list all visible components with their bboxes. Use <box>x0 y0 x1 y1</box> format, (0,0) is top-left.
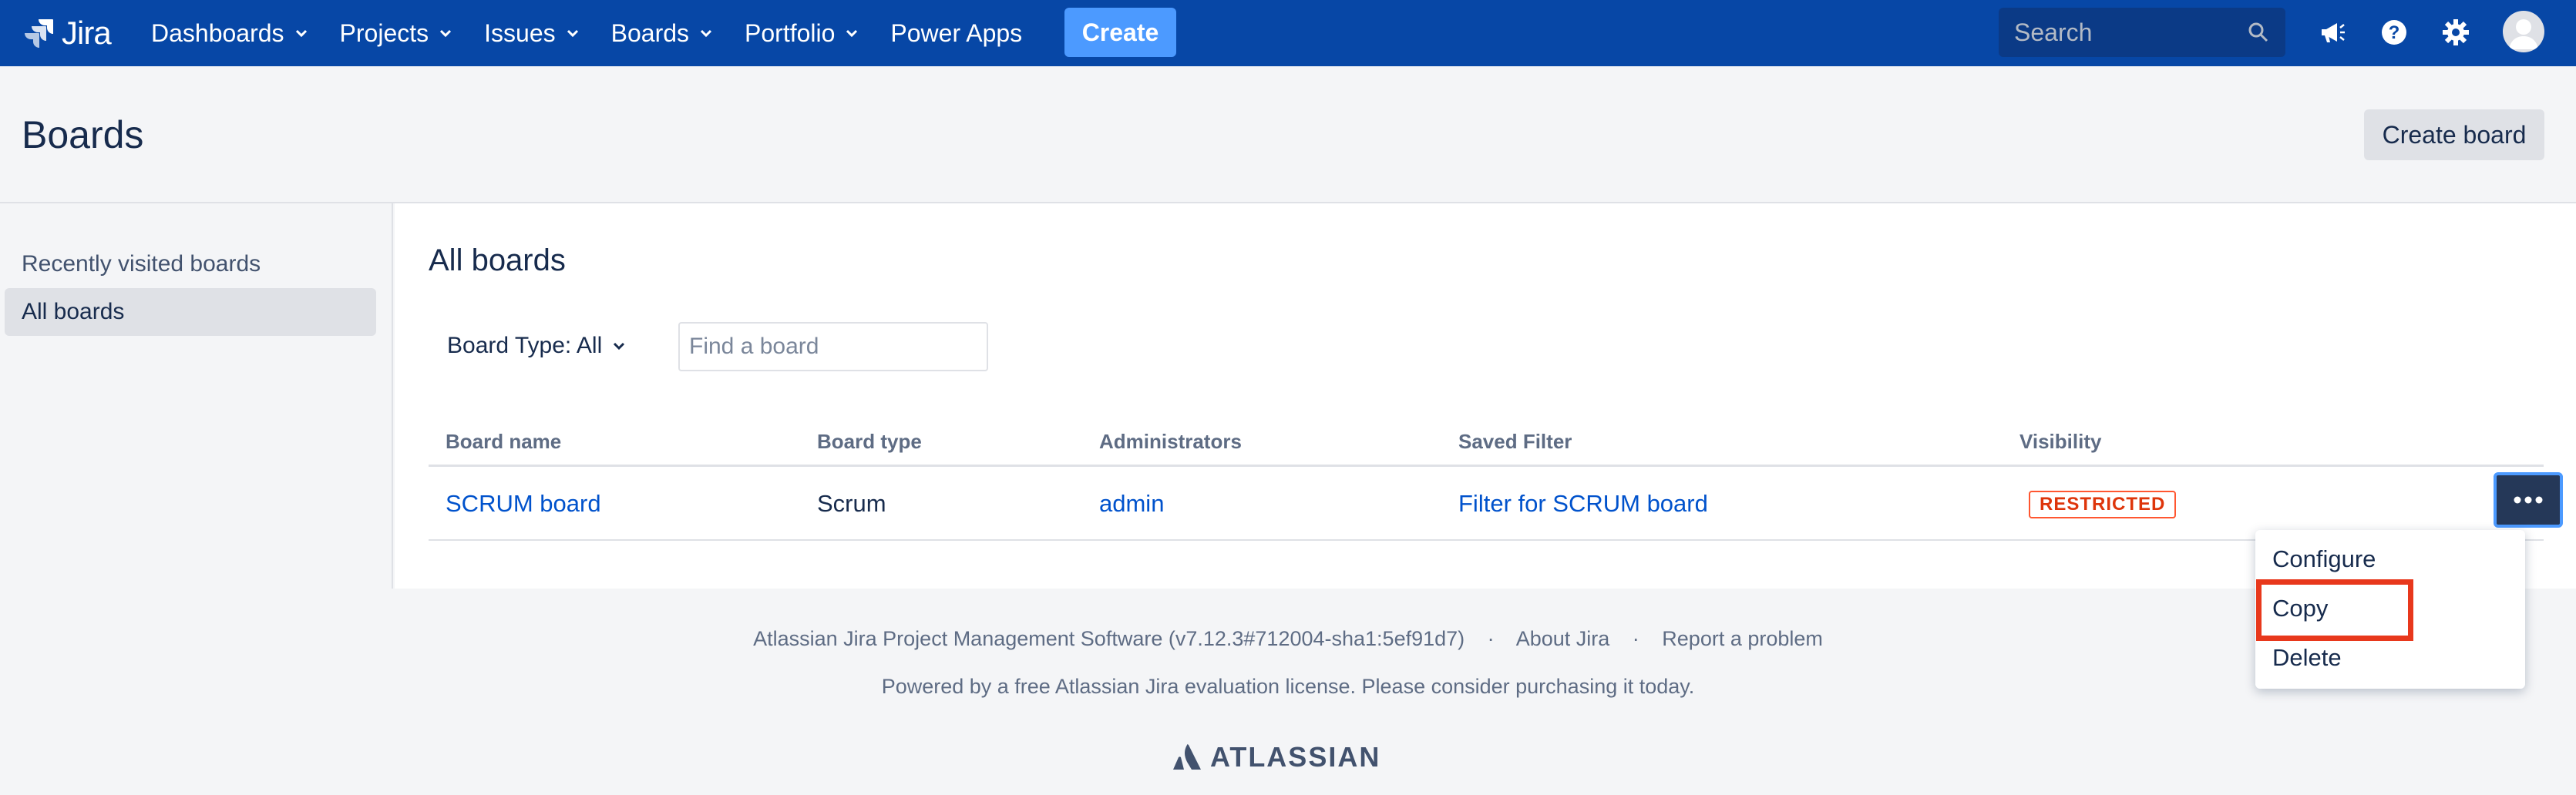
board-actions-menu: Configure Copy Delete <box>2255 530 2525 689</box>
nav-projects[interactable]: Projects <box>340 19 454 48</box>
nav-power-apps-label: Power Apps <box>890 18 1023 47</box>
nav-portfolio-label: Portfolio <box>745 18 836 47</box>
chevron-down-icon <box>846 29 858 38</box>
report-problem-link[interactable]: Report a problem <box>1662 627 1823 650</box>
table-row: SCRUM board Scrum admin Filter for SCRUM… <box>429 467 2563 541</box>
visibility-badge: RESTRICTED <box>2029 491 2177 518</box>
svg-text:?: ? <box>2389 22 2400 43</box>
administrator-link[interactable]: admin <box>1099 490 1164 518</box>
menu-item-copy[interactable]: Copy <box>2272 595 2328 622</box>
sidebar-item-recently-visited[interactable]: Recently visited boards <box>5 240 376 288</box>
nav-power-apps[interactable]: Power Apps <box>890 19 1022 48</box>
atlassian-logo[interactable]: ATLASSIAN <box>1172 741 1380 773</box>
chevron-down-icon <box>295 29 307 38</box>
sidebar-item-label: Recently visited boards <box>22 251 261 277</box>
page-title: Boards <box>22 113 144 156</box>
sidebar: Recently visited boards All boards <box>0 203 393 589</box>
user-avatar-icon <box>2509 19 2538 49</box>
chevron-down-icon <box>440 29 452 38</box>
create-board-button[interactable]: Create board <box>2364 109 2544 160</box>
atlassian-logo-icon <box>1173 744 1201 770</box>
global-search-input[interactable]: Search <box>1999 8 2285 57</box>
nav-boards[interactable]: Boards <box>611 19 714 48</box>
search-placeholder: Search <box>2014 18 2093 46</box>
megaphone-icon[interactable] <box>2317 17 2348 48</box>
help-icon[interactable]: ? <box>2379 17 2410 48</box>
column-header-administrators: Administrators <box>1099 430 1242 453</box>
about-jira-link[interactable]: About Jira <box>1516 627 1610 650</box>
more-actions-button[interactable] <box>2494 472 2563 528</box>
gear-icon[interactable] <box>2440 17 2471 48</box>
find-board-input[interactable] <box>689 334 987 360</box>
menu-item-delete[interactable]: Delete <box>2272 644 2342 672</box>
board-type-cell: Scrum <box>817 490 886 517</box>
main-content: All boards Board Type: All Board name Bo… <box>395 203 2576 589</box>
jira-logo[interactable]: Jira <box>22 14 112 52</box>
chevron-down-icon <box>567 29 578 38</box>
nav-dashboards-label: Dashboards <box>151 18 284 47</box>
sidebar-item-label: All boards <box>22 299 125 324</box>
chevron-down-icon <box>614 342 625 351</box>
top-navigation: Jira Dashboards Projects Issues Boards P… <box>0 0 2576 66</box>
nav-portfolio[interactable]: Portfolio <box>745 19 859 48</box>
section-title: All boards <box>429 243 566 277</box>
software-version-text: Atlassian Jira Project Management Softwa… <box>753 627 1465 650</box>
table-header: Board name Board type Administrators Sav… <box>429 419 2544 467</box>
nav-issues[interactable]: Issues <box>484 19 580 48</box>
sidebar-item-all-boards[interactable]: All boards <box>5 288 376 336</box>
separator: · <box>1487 627 1495 650</box>
board-type-filter[interactable]: Board Type: All <box>447 333 627 359</box>
search-icon <box>2248 22 2268 42</box>
logo-text: Jira <box>62 15 112 51</box>
footer-links: Atlassian Jira Project Management Softwa… <box>0 627 2576 651</box>
nav-menu: Dashboards Projects Issues Boards Portfo… <box>151 0 1053 66</box>
menu-item-configure[interactable]: Configure <box>2272 545 2376 573</box>
nav-projects-label: Projects <box>339 18 429 47</box>
column-header-saved-filter: Saved Filter <box>1458 430 1572 453</box>
nav-dashboards[interactable]: Dashboards <box>151 19 309 48</box>
column-header-visibility: Visibility <box>2019 430 2102 453</box>
avatar[interactable] <box>2503 11 2544 52</box>
jira-logo-icon <box>25 19 53 48</box>
saved-filter-link[interactable]: Filter for SCRUM board <box>1458 490 1708 518</box>
footer: Atlassian Jira Project Management Softwa… <box>0 590 2576 795</box>
chevron-down-icon <box>700 29 712 38</box>
page-header: Boards Create board <box>0 66 2576 203</box>
separator: · <box>1632 627 1639 650</box>
nav-boards-label: Boards <box>610 18 690 47</box>
board-type-filter-label: Board Type: All <box>447 333 603 358</box>
atlassian-logo-text: ATLASSIAN <box>1210 741 1381 773</box>
more-icon <box>2514 496 2543 504</box>
board-name-link[interactable]: SCRUM board <box>446 490 601 518</box>
license-text: Powered by a free Atlassian Jira evaluat… <box>881 675 1695 698</box>
create-button[interactable]: Create <box>1064 8 1176 57</box>
column-header-board-type: Board type <box>817 430 922 453</box>
column-header-board-name[interactable]: Board name <box>446 430 561 454</box>
nav-issues-label: Issues <box>484 18 556 47</box>
find-board-field <box>678 322 988 371</box>
